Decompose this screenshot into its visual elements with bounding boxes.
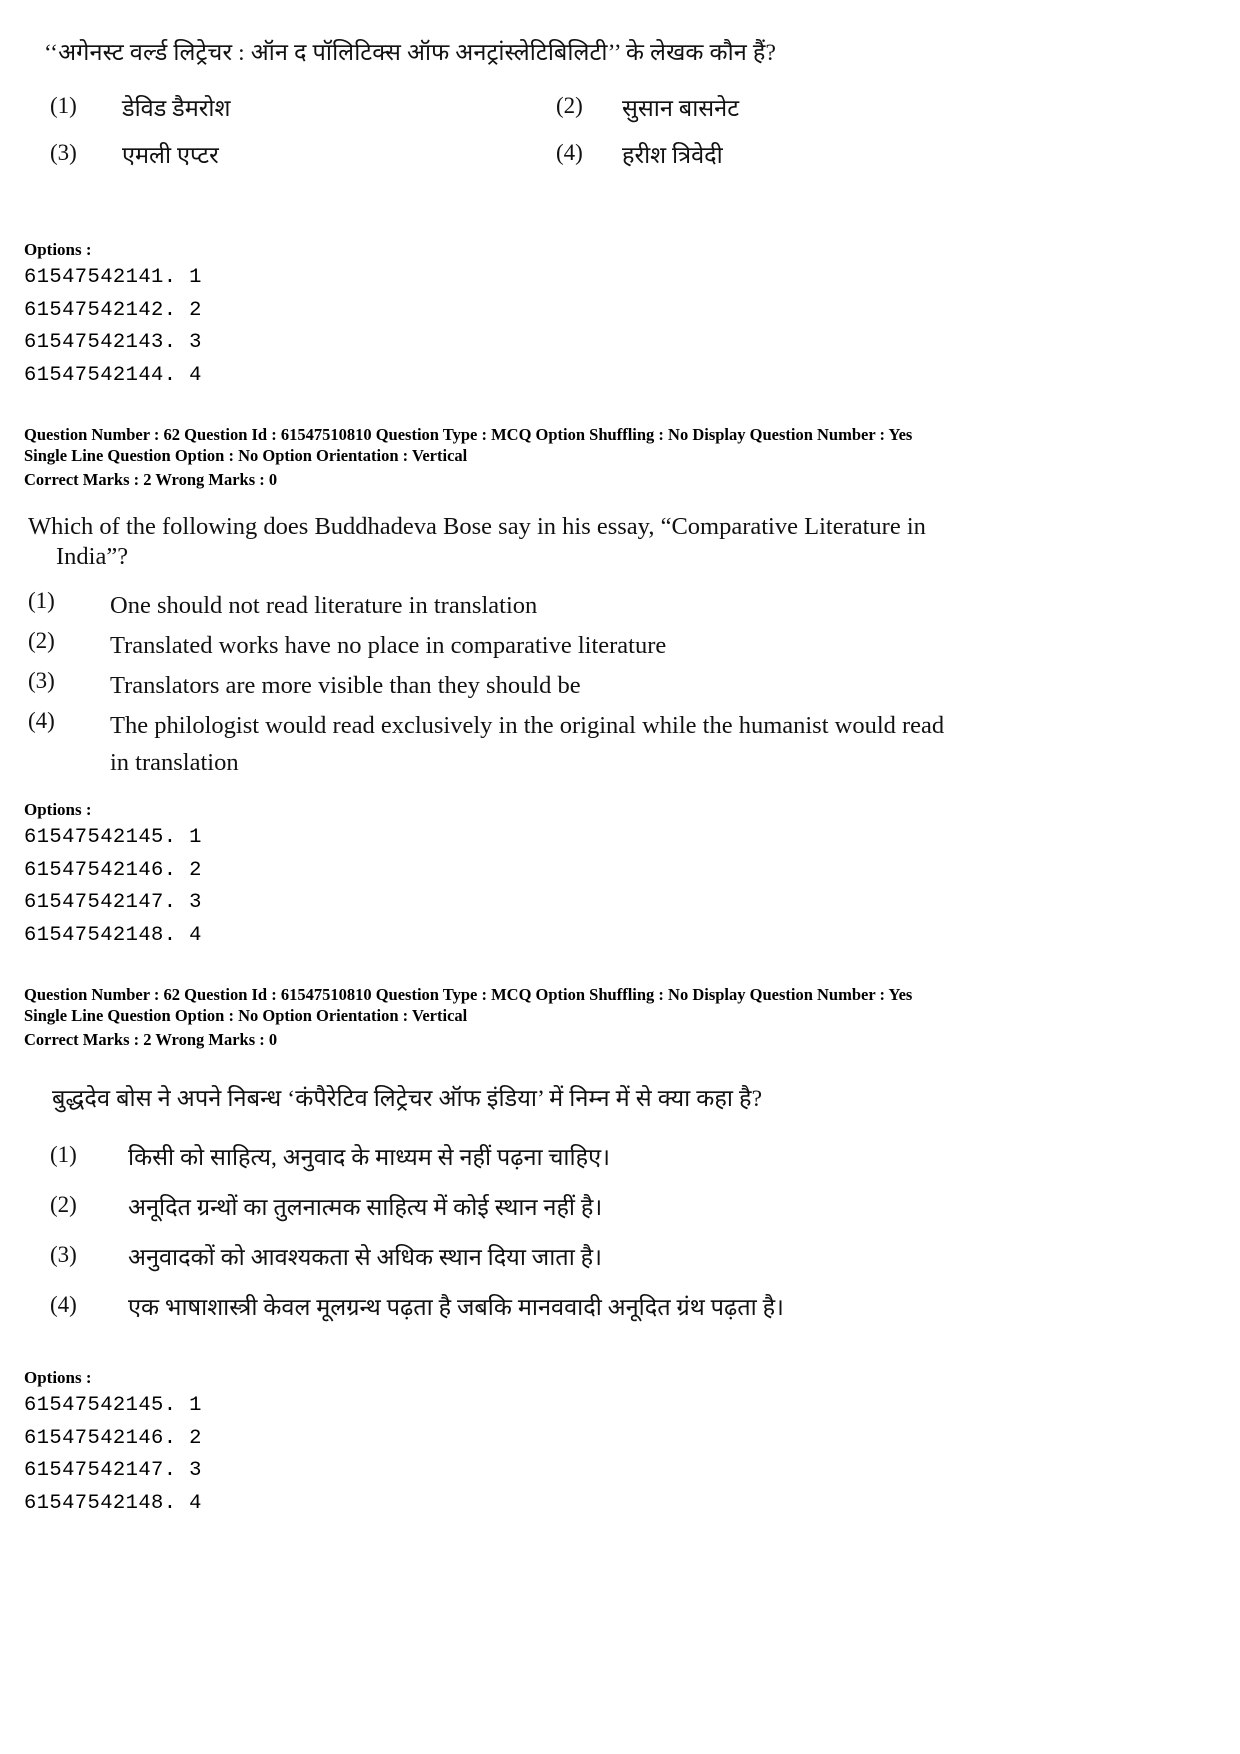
choice-row-2-2: (2) Translated works have no place in co… xyxy=(28,628,1048,665)
choice-row-2-3: (3) Translators are more visible than th… xyxy=(28,668,1048,705)
option-id-list-1: 61547542141. 1 61547542142. 2 6154754214… xyxy=(24,262,202,392)
choice-number: (1) xyxy=(50,93,77,118)
question-stem-english-line2: India”? xyxy=(56,543,129,570)
choice-row-3-2: (2) अनूदित ग्रन्थों का तुलनात्मक साहित्य… xyxy=(50,1192,1050,1225)
metadata-line-1: Question Number : 62 Question Id : 61547… xyxy=(24,985,913,1004)
choice-text: सुसान बासनेट xyxy=(622,96,740,122)
choice-text: अनूदित ग्रन्थों का तुलनात्मक साहित्य में… xyxy=(128,1195,603,1221)
metadata-line-1: Question Number : 62 Question Id : 61547… xyxy=(24,425,913,444)
question-stem-hindi-1: ‘‘अगेनस्ट वर्ल्ड लिट्रेचर : ऑन द पॉलिटिक… xyxy=(44,40,776,66)
choice-text-line2: in translation xyxy=(110,748,239,776)
choice-row-2-1: (1) One should not read literature in tr… xyxy=(28,588,1048,625)
marks-line-2: Correct Marks : 2 Wrong Marks : 0 xyxy=(24,1030,278,1049)
choice-number: (1) xyxy=(28,588,55,613)
option-id-item: 61547542144. 4 xyxy=(24,363,202,387)
choice-row-1-1: (1) डेविड डैमरोश xyxy=(50,93,480,126)
choice-number: (4) xyxy=(556,140,583,165)
choice-number: (3) xyxy=(50,140,77,165)
option-id-item: 61547542145. 1 xyxy=(24,826,202,849)
choice-row-3-1: (1) किसी को साहित्य, अनुवाद के माध्यम से… xyxy=(50,1142,1050,1175)
exam-question-page: ‘‘अगेनस्ट वर्ल्ड लिट्रेचर : ऑन द पॉलिटिक… xyxy=(0,0,1240,1754)
option-id-item: 61547542143. 3 xyxy=(24,331,202,355)
choice-number: (3) xyxy=(28,668,55,693)
option-id-item: 61547542145. 1 xyxy=(24,1394,202,1417)
option-id-item: 61547542141. 1 xyxy=(24,266,202,289)
option-id-item: 61547542142. 2 xyxy=(24,298,202,322)
option-id-item: 61547542146. 2 xyxy=(24,858,202,882)
question-stem-hindi-2: बुद्धदेव बोस ने अपने निबन्ध ‘कंपैरेटिव ल… xyxy=(52,1086,763,1112)
choice-row-3-4: (4) एक भाषाशास्त्री केवल मूलग्रन्थ पढ़ता… xyxy=(50,1292,1050,1325)
question-metadata-1: Question Number : 62 Question Id : 61547… xyxy=(24,425,912,466)
marks-line-1: Correct Marks : 2 Wrong Marks : 0 xyxy=(24,470,278,489)
choice-text: किसी को साहित्य, अनुवाद के माध्यम से नही… xyxy=(128,1145,610,1171)
choice-number: (3) xyxy=(50,1242,77,1267)
choice-text: एमली एप्टर xyxy=(122,143,219,169)
question-metadata-2: Question Number : 62 Question Id : 61547… xyxy=(24,985,912,1026)
option-id-item: 61547542146. 2 xyxy=(24,1426,202,1450)
metadata-line-2: Single Line Question Option : No Option … xyxy=(24,445,468,465)
choice-row-3-3: (3) अनुवादकों को आवश्यकता से अधिक स्थान … xyxy=(50,1242,1050,1275)
options-label-2: Options : xyxy=(24,800,92,819)
option-id-list-2: 61547542145. 1 61547542146. 2 6154754214… xyxy=(24,822,202,952)
choice-row-1-3: (3) एमली एप्टर xyxy=(50,140,480,173)
choice-text: अनुवादकों को आवश्यकता से अधिक स्थान दिया… xyxy=(128,1245,603,1271)
choice-text: One should not read literature in transl… xyxy=(110,592,538,619)
choice-row-2-4: (4) The philologist would read exclusive… xyxy=(28,708,1058,782)
choice-text: Translated works have no place in compar… xyxy=(110,632,667,659)
choice-text: एक भाषाशास्त्री केवल मूलग्रन्थ पढ़ता है … xyxy=(128,1295,784,1321)
choice-row-1-4: (4) हरीश त्रिवेदी xyxy=(556,140,986,173)
option-id-list-3: 61547542145. 1 61547542146. 2 6154754214… xyxy=(24,1390,202,1520)
option-id-item: 61547542148. 4 xyxy=(24,1491,202,1515)
choice-row-1-2: (2) सुसान बासनेट xyxy=(556,93,986,126)
choice-number: (2) xyxy=(556,93,583,118)
choice-number: (4) xyxy=(50,1292,77,1317)
option-id-item: 61547542147. 3 xyxy=(24,1459,202,1483)
choice-text-line1: The philologist would read exclusively i… xyxy=(110,712,945,739)
options-label-1: Options : xyxy=(24,240,92,259)
choice-text: Translators are more visible than they s… xyxy=(110,672,581,699)
choice-number: (4) xyxy=(28,708,55,733)
choice-number: (1) xyxy=(50,1142,77,1167)
choice-number: (2) xyxy=(28,628,55,653)
choice-number: (2) xyxy=(50,1192,77,1217)
choice-text: हरीश त्रिवेदी xyxy=(622,143,723,169)
metadata-line-2: Single Line Question Option : No Option … xyxy=(24,1005,468,1025)
option-id-item: 61547542147. 3 xyxy=(24,891,202,915)
option-id-item: 61547542148. 4 xyxy=(24,923,202,947)
options-label-3: Options : xyxy=(24,1368,92,1387)
choice-text: डेविड डैमरोश xyxy=(122,96,231,122)
